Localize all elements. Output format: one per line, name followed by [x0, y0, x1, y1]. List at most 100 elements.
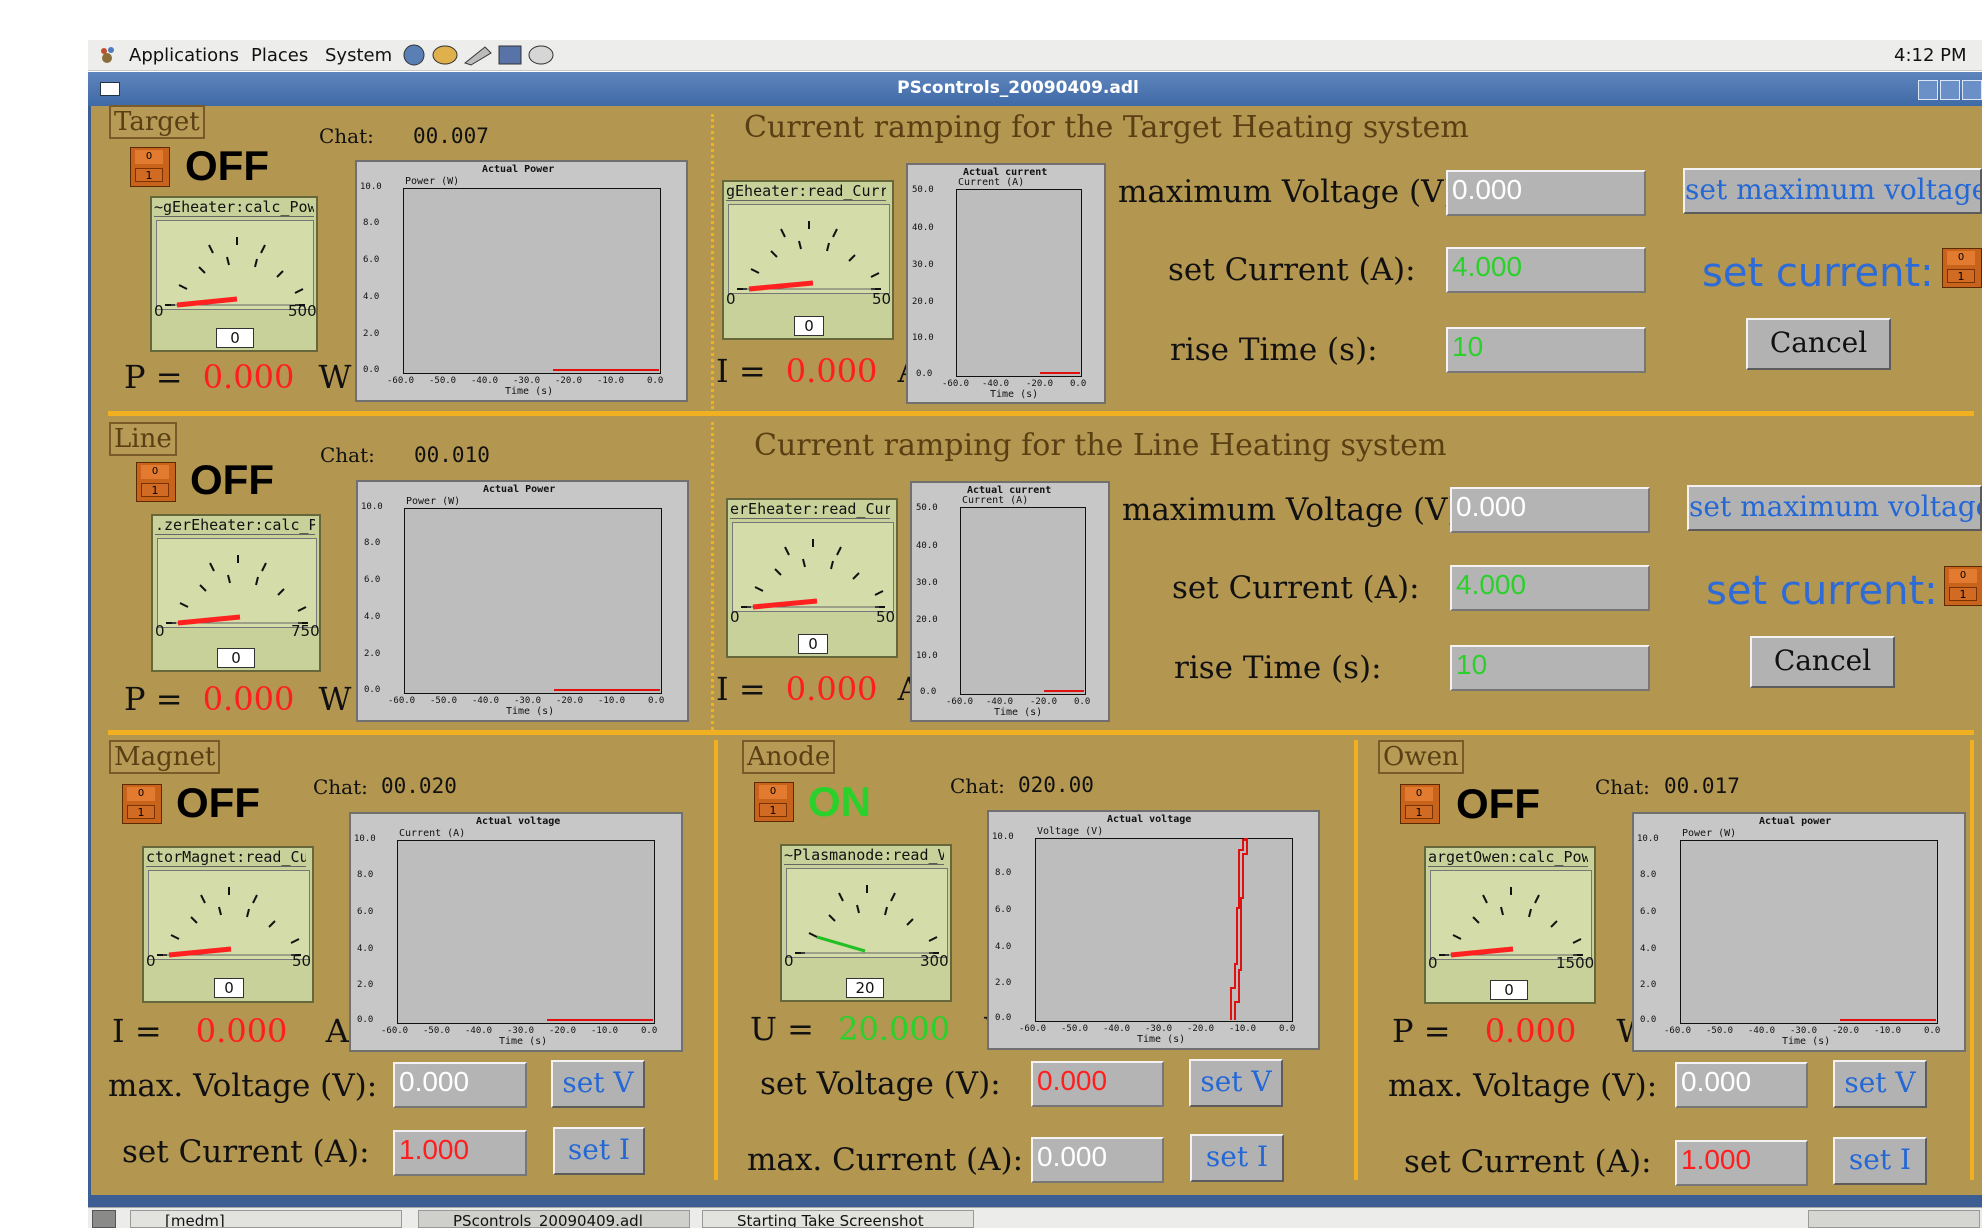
line-current-meter: erEheater:read_Cur 0 50 0: [726, 498, 898, 658]
plot-trace: [1230, 838, 1248, 1020]
maximize-icon[interactable]: [1940, 80, 1960, 100]
target-set-current-input[interactable]: 4.000: [1446, 247, 1646, 293]
x-tick: -60.0: [388, 696, 416, 706]
system-menu[interactable]: System: [325, 45, 392, 66]
y-tick: 8.0: [364, 538, 381, 548]
line-set-current-input[interactable]: 4.000: [1450, 565, 1650, 611]
x-tick: -30.0: [1790, 1026, 1818, 1036]
owen-section-label: Owen: [1378, 740, 1464, 774]
owen-max-voltage-input[interactable]: 0.000: [1675, 1062, 1808, 1108]
line-max-voltage-input[interactable]: 0.000: [1450, 487, 1650, 533]
target-set-current-toggle[interactable]: 0 1: [1942, 248, 1982, 288]
close-icon[interactable]: [1962, 80, 1982, 100]
x-tick: 0.0: [1279, 1024, 1296, 1034]
owen-power-readout: P = 0.000 W: [1392, 1012, 1649, 1050]
taskbar-item-pscontrols[interactable]: PScontrols_20090409.adl: [418, 1210, 690, 1228]
target-max-voltage-input[interactable]: 0.000: [1446, 170, 1646, 216]
anode-set-i-button[interactable]: set I: [1190, 1134, 1284, 1182]
plot-xlabel: Time (s): [990, 389, 1039, 400]
owen-set-i-button[interactable]: set I: [1833, 1137, 1927, 1185]
target-rise-time-input[interactable]: 10: [1446, 327, 1646, 373]
line-power-toggle[interactable]: 0 1: [136, 462, 176, 502]
value-prefix: P =: [124, 358, 183, 396]
line-cancel-button[interactable]: Cancel: [1750, 636, 1895, 688]
target-power-toggle[interactable]: 0 1: [130, 147, 170, 187]
anode-chat-value: 020.00: [1018, 773, 1094, 797]
target-cancel-button[interactable]: Cancel: [1746, 318, 1891, 370]
y-tick: 2.0: [995, 978, 1012, 988]
line-current-plot: Actual current Current (A) 50.0 40.0 30.…: [910, 481, 1110, 722]
value-unit: W: [318, 680, 352, 718]
toggle-on-label: 1: [141, 483, 169, 497]
meter-readout: 0: [217, 648, 255, 668]
applications-menu[interactable]: Applications: [129, 45, 239, 66]
meter-scale-icon: [732, 522, 894, 612]
panel-clock[interactable]: 4:12 PM: [1894, 45, 1967, 66]
x-tick: 0.0: [641, 1026, 658, 1036]
y-tick: 10.0: [912, 333, 934, 343]
x-tick: -10.0: [597, 376, 625, 386]
anode-set-voltage-input[interactable]: 0.000: [1031, 1061, 1164, 1107]
taskbar-item-medm[interactable]: [medm]: [130, 1210, 402, 1228]
line-ramp-title: Current ramping for the Line Heating sys…: [754, 428, 1447, 463]
x-tick: -60.0: [946, 697, 974, 707]
line-current-value: 0.000: [785, 670, 878, 708]
y-tick: 0.0: [995, 1013, 1012, 1023]
line-max-voltage-label: maximum Voltage (V):: [1122, 492, 1471, 528]
x-tick: -20.0: [556, 696, 584, 706]
meter-scale-icon: [728, 204, 890, 294]
anode-set-v-button[interactable]: set V: [1189, 1059, 1283, 1107]
window-titlebar[interactable]: PScontrols_20090409.adl: [88, 72, 1982, 106]
target-set-max-voltage-button[interactable]: set maximum voltage: [1683, 168, 1982, 214]
anode-max-current-label: max. Current (A):: [747, 1142, 1024, 1178]
owen-set-current-input[interactable]: 1.000: [1675, 1140, 1808, 1186]
magnet-current-value: 0.000: [195, 1012, 288, 1050]
owen-power-toggle[interactable]: 0 1: [1400, 784, 1440, 824]
line-chat-label: Chat:: [320, 443, 375, 467]
meter-max: 50: [292, 952, 312, 970]
x-tick: -20.0: [1187, 1024, 1215, 1034]
plot-ylabel: Voltage (V): [1037, 826, 1104, 837]
taskbar-item-screenshot[interactable]: Starting Take Screenshot: [702, 1210, 974, 1228]
magnet-set-i-button[interactable]: set I: [553, 1127, 645, 1175]
meter-scale-icon: [148, 870, 310, 960]
line-set-current-big-label: set current:: [1706, 568, 1938, 614]
plot-xlabel: Time (s): [499, 1036, 548, 1047]
meter-min: 0: [784, 952, 794, 970]
toggle-on-label: 1: [1949, 587, 1977, 601]
toggle-off-label: 0: [1949, 569, 1977, 583]
y-tick: 6.0: [364, 575, 381, 585]
x-tick: -10.0: [598, 696, 626, 706]
meter-min: 0: [154, 302, 164, 320]
y-tick: 6.0: [357, 907, 374, 917]
foot-icon[interactable]: [98, 45, 118, 65]
anode-power-toggle[interactable]: 0 1: [754, 782, 794, 822]
line-set-max-voltage-button[interactable]: set maximum voltage: [1687, 485, 1982, 531]
x-tick: -50.0: [1061, 1024, 1089, 1034]
launcher-icons[interactable]: [401, 43, 561, 67]
places-menu[interactable]: Places: [251, 45, 308, 66]
magnet-set-current-label: set Current (A):: [122, 1134, 370, 1170]
line-set-current-toggle[interactable]: 0 1: [1944, 566, 1982, 606]
separator-magnet-anode: [714, 740, 718, 1180]
meter-readout: 0: [798, 634, 828, 654]
anode-voltage-meter: ~Plasmanode:read_V 0 300 20: [780, 844, 952, 1002]
magnet-set-current-input[interactable]: 1.000: [393, 1130, 527, 1176]
line-rise-time-input[interactable]: 10: [1450, 645, 1650, 691]
magnet-power-toggle[interactable]: 0 1: [122, 784, 162, 824]
y-tick: 0.0: [1640, 1015, 1657, 1025]
anode-max-current-input[interactable]: 0.000: [1031, 1137, 1164, 1183]
minimize-icon[interactable]: [1918, 80, 1938, 100]
magnet-max-voltage-input[interactable]: 0.000: [393, 1062, 527, 1108]
show-desktop-icon[interactable]: [92, 1210, 116, 1228]
target-chat-label: Chat:: [319, 124, 374, 148]
x-tick: -40.0: [471, 376, 499, 386]
target-current-readout: I = 0.000 A: [716, 352, 921, 390]
magnet-set-v-button[interactable]: set V: [551, 1060, 645, 1108]
owen-set-v-button[interactable]: set V: [1833, 1060, 1927, 1108]
workspace-switcher[interactable]: [1808, 1210, 1980, 1228]
target-set-current-big-label: set current:: [1702, 250, 1934, 296]
x-tick: 0.0: [1074, 697, 1091, 707]
meter-scale-icon: [156, 220, 314, 310]
target-ramp-title: Current ramping for the Target Heating s…: [744, 110, 1469, 145]
